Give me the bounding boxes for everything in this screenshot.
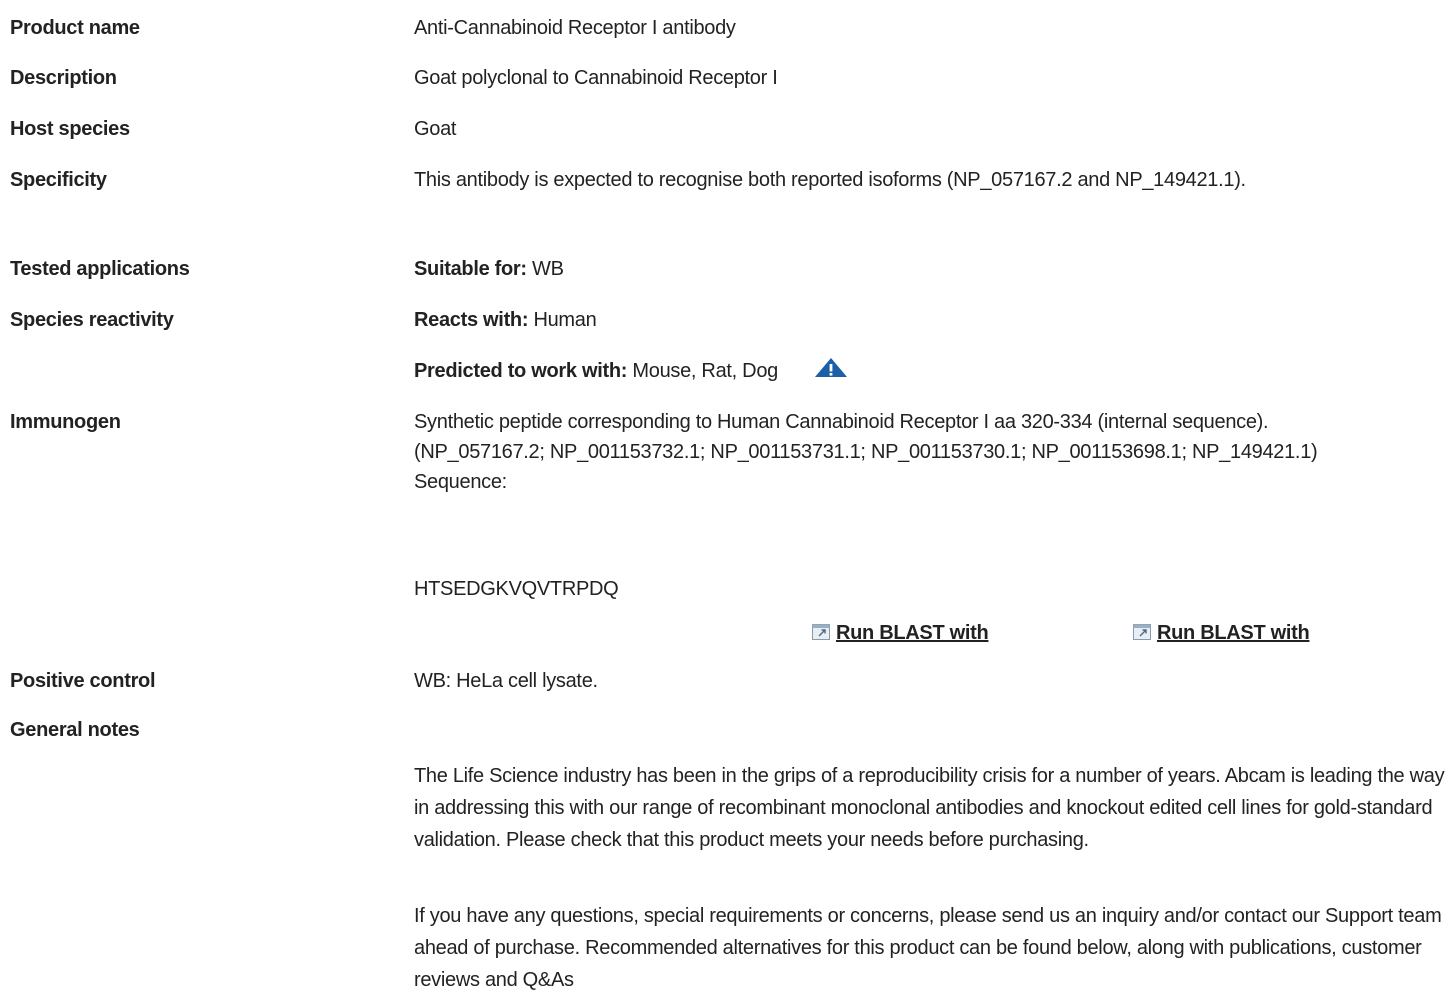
reacts-with: Reacts with: Human xyxy=(414,305,1444,335)
predicted-key: Predicted to work with: xyxy=(414,360,628,382)
tested-applications-value: Suitable for: WB xyxy=(414,254,1444,284)
external-link-icon xyxy=(1133,624,1151,640)
species-reactivity-label: Species reactivity xyxy=(10,309,174,331)
run-blast-label-1: Run BLAST with xyxy=(836,622,989,644)
positive-control-label: Positive control xyxy=(10,670,156,692)
immunogen-description: Synthetic peptide corresponding to Human… xyxy=(414,411,1318,463)
description-label: Description xyxy=(10,67,117,89)
run-blast-link-1[interactable]: Run BLAST with xyxy=(812,618,989,648)
predicted-value: Mouse, Rat, Dog xyxy=(632,360,778,382)
run-blast-label-2: Run BLAST with xyxy=(1157,622,1310,644)
specificity-label: Specificity xyxy=(10,169,107,191)
suitable-for-value: WB xyxy=(532,258,564,280)
warning-triangle-icon[interactable] xyxy=(813,357,849,388)
specificity-value: This antibody is expected to recognise b… xyxy=(414,169,1246,191)
general-notes-label: General notes xyxy=(10,719,140,741)
run-blast-link-2[interactable]: Run BLAST with xyxy=(1133,618,1310,648)
product-name-label: Product name xyxy=(10,17,140,39)
product-name-value: Anti-Cannabinoid Receptor I antibody xyxy=(414,17,736,39)
suitable-for-key: Suitable for: xyxy=(414,258,527,280)
datasheet-table: Product name Anti-Cannabinoid Receptor I… xyxy=(0,0,1448,996)
description-value: Goat polyclonal to Cannabinoid Receptor … xyxy=(414,67,778,89)
immunogen-label: Immunogen xyxy=(10,411,121,433)
positive-control-value: WB: HeLa cell lysate. xyxy=(414,670,598,692)
tested-applications-label: Tested applications xyxy=(10,258,190,280)
general-notes-paragraph: The Life Science industry has been in th… xyxy=(414,765,1445,851)
host-species-value: Goat xyxy=(414,118,457,140)
predicted-to-work-with: Predicted to work with: Mouse, Rat, Dog xyxy=(414,356,1444,388)
sequence-value: HTSEDGKVQVTRPDQ xyxy=(414,578,619,600)
sequence-label: Sequence: xyxy=(414,471,507,493)
reacts-with-value: Human xyxy=(533,309,597,331)
external-link-icon xyxy=(812,624,830,640)
reacts-with-key: Reacts with: xyxy=(414,309,529,331)
general-notes-paragraph: If you have any questions, special requi… xyxy=(414,905,1442,991)
host-species-label: Host species xyxy=(10,118,130,140)
immunogen-value: Synthetic peptide corresponding to Human… xyxy=(414,407,1364,497)
